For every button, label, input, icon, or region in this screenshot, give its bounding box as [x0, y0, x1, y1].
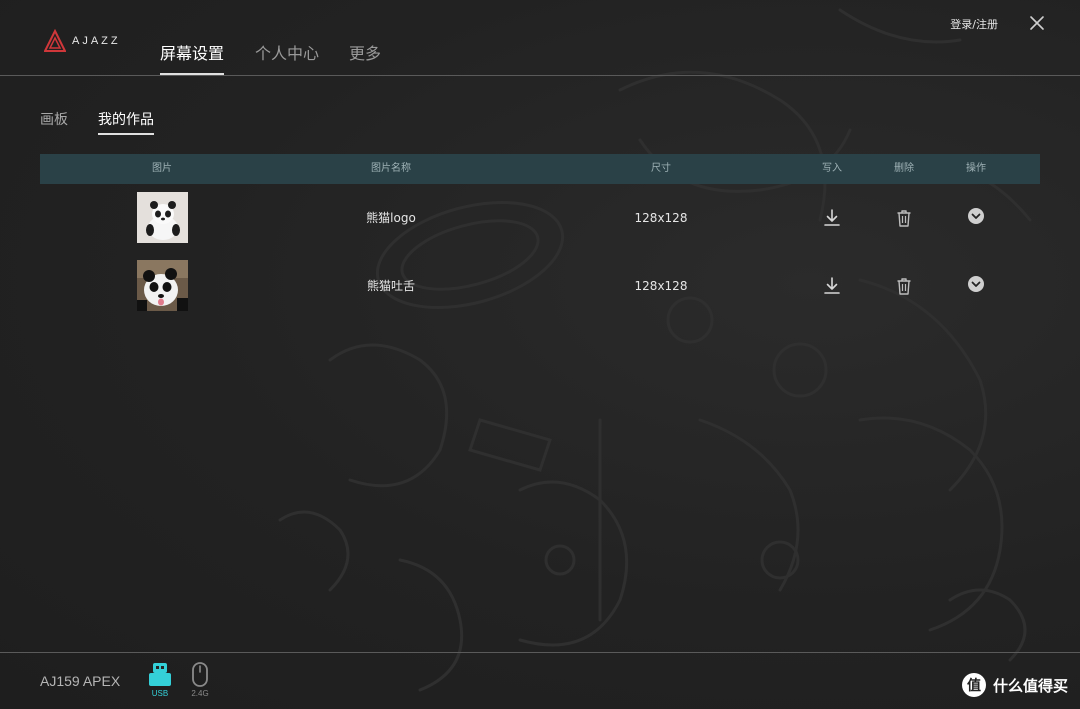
watermark: 值 什么值得买: [961, 671, 1068, 699]
ajazz-logo-icon: [44, 29, 66, 52]
download-icon: [824, 209, 840, 226]
table-row: 熊猫吐舌 128x128: [40, 256, 1040, 316]
watermark-badge-glyph: 值: [966, 678, 981, 694]
mouse-icon: [192, 662, 208, 687]
column-header-name: 图片名称: [371, 163, 411, 174]
artwork-size: 128x128: [634, 211, 688, 225]
write-button[interactable]: [822, 276, 842, 296]
usb-connection-toggle[interactable]: USB: [146, 662, 174, 702]
brand-logo-text: AJAZZ: [72, 35, 121, 47]
table-header: 图片 图片名称 尺寸 写入 删除 操作: [40, 154, 1040, 184]
device-name: AJ159 APEX: [40, 673, 121, 689]
delete-button[interactable]: [894, 276, 914, 296]
artwork-name: 熊猫吐舌: [366, 279, 416, 293]
usb-icon: [149, 663, 171, 686]
column-header-actions: 操作: [966, 163, 986, 174]
more-actions-button[interactable]: [966, 208, 986, 228]
artwork-name: 熊猫logo: [366, 211, 416, 225]
trash-icon: [897, 210, 911, 227]
tab-personal-center[interactable]: 个人中心: [255, 40, 319, 64]
artwork-thumbnail: [137, 192, 188, 243]
column-header-write: 写入: [822, 163, 842, 174]
tab-more[interactable]: 更多: [349, 40, 381, 64]
close-button[interactable]: [1028, 14, 1046, 32]
chevron-down-circle-icon: [968, 208, 984, 224]
column-header-image: 图片: [152, 163, 172, 174]
artwork-thumbnail: [137, 260, 188, 311]
artwork-size: 128x128: [634, 279, 688, 293]
table-row: 熊猫logo 128x128: [40, 188, 1040, 248]
subtab-my-works[interactable]: 我的作品: [98, 109, 154, 135]
write-button[interactable]: [822, 208, 842, 228]
usb-label: USB: [151, 689, 169, 698]
trash-icon: [897, 278, 911, 295]
brand-logo: AJAZZ: [44, 28, 121, 54]
wireless-connection-toggle[interactable]: 2.4G: [187, 662, 213, 702]
tab-screen-settings[interactable]: 屏幕设置: [160, 40, 225, 75]
close-icon: [1030, 16, 1044, 30]
column-header-delete: 删除: [894, 163, 914, 174]
download-icon: [824, 277, 840, 294]
watermark-text: 什么值得买: [992, 676, 1068, 695]
footer-divider: [0, 652, 1080, 653]
header-divider: [0, 75, 1080, 76]
wireless-label: 2.4G: [191, 689, 209, 698]
delete-button[interactable]: [894, 208, 914, 228]
more-actions-button[interactable]: [966, 276, 986, 296]
chevron-down-circle-icon: [968, 276, 984, 292]
subtab-canvas[interactable]: 画板: [40, 109, 68, 129]
column-header-size: 尺寸: [651, 163, 671, 174]
login-register-link[interactable]: 登录/注册: [950, 16, 998, 32]
background-doodle: [0, 0, 1080, 709]
